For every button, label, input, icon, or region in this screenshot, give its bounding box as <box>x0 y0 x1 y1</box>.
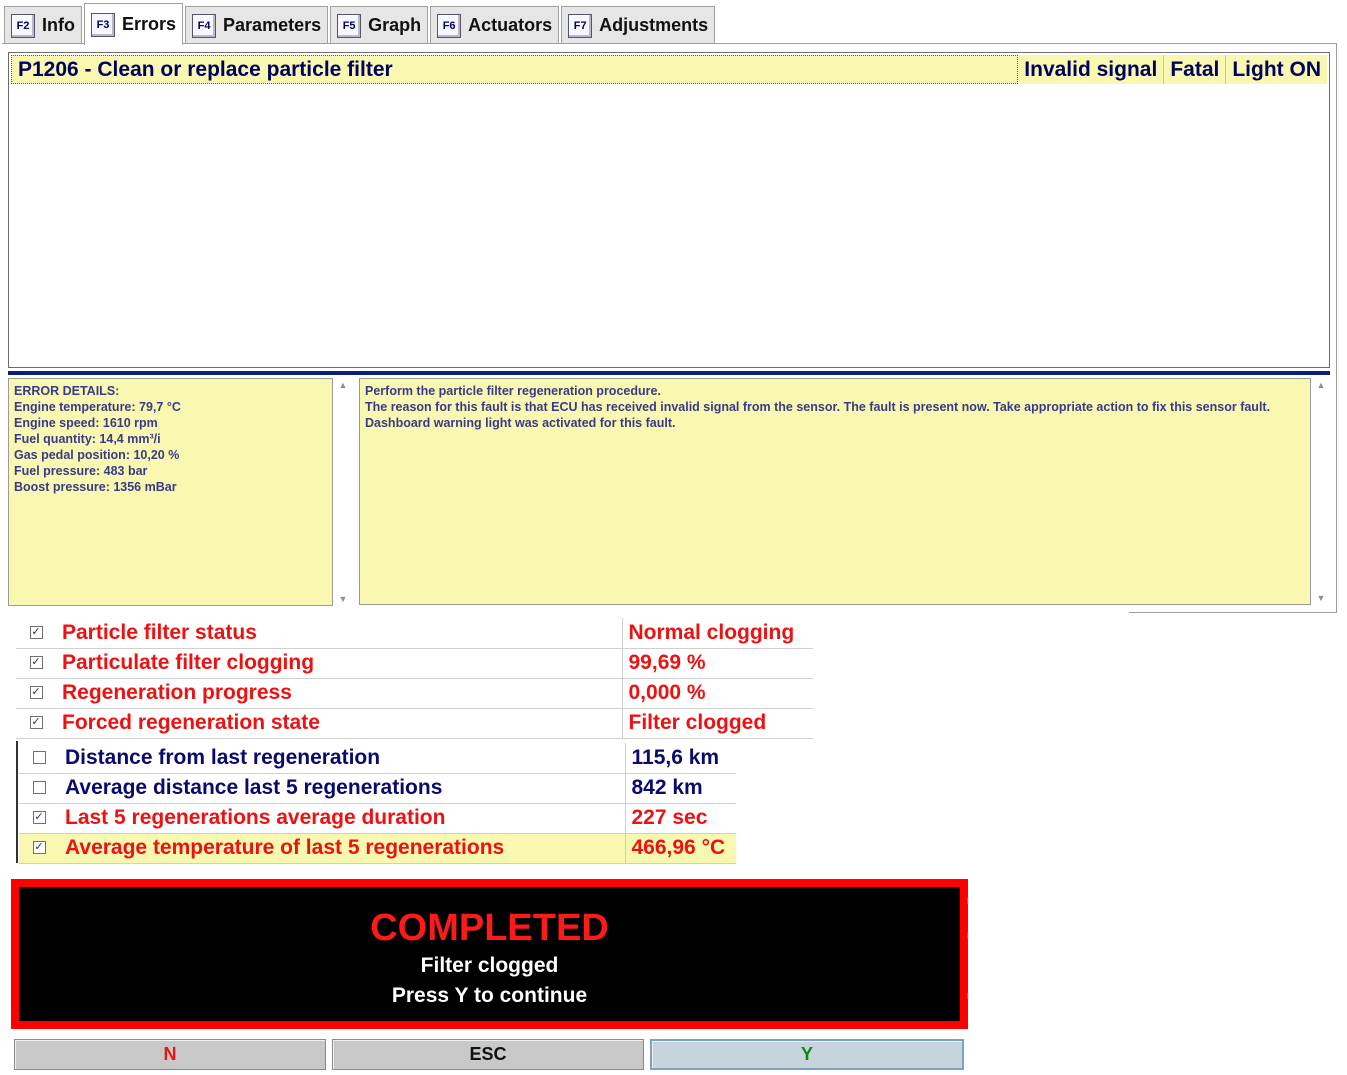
splitter[interactable] <box>8 371 1330 375</box>
error-type: Invalid signal <box>1018 55 1165 84</box>
help-line: The reason for this fault is that ECU ha… <box>365 400 1271 430</box>
detail-line: Fuel quantity: 14,4 mm³/i <box>14 432 161 446</box>
error-light-status: Light ON <box>1232 57 1321 81</box>
scroll-up-icon[interactable]: ▲ <box>334 380 352 390</box>
esc-button[interactable]: ESC <box>332 1039 644 1070</box>
param-name: Distance from last regeneration <box>59 743 626 774</box>
param-value: 0,000 % <box>622 678 813 709</box>
tab-panel-border <box>1129 612 1337 613</box>
no-button[interactable]: N <box>14 1039 326 1070</box>
detail-line: Boost pressure: 1356 mBar <box>14 480 177 494</box>
table-border <box>16 741 18 863</box>
table-row[interactable]: ✓ Regeneration progress 0,000 % <box>16 678 813 709</box>
table-row[interactable]: ✓ Last 5 regenerations average duration … <box>19 803 736 834</box>
tab-info[interactable]: F2 Info <box>4 6 82 44</box>
error-list[interactable]: P1206 - Clean or replace particle filter… <box>8 52 1330 368</box>
f2-key-icon: F2 <box>11 13 35 38</box>
checkbox[interactable]: ✓ <box>29 626 43 640</box>
scroll-up-icon[interactable]: ▲ <box>1312 380 1330 390</box>
param-name: Forced regeneration state <box>56 708 623 739</box>
scroll-down-icon[interactable]: ▼ <box>334 594 352 604</box>
error-details-box: ERROR DETAILS: Engine temperature: 79,7 … <box>8 378 333 606</box>
checkbox[interactable] <box>32 781 46 795</box>
tab-panel-border <box>1336 43 1337 613</box>
table-row[interactable]: Average distance last 5 regenerations 84… <box>19 773 736 804</box>
detail-line: Engine speed: 1610 rpm <box>14 416 158 430</box>
help-scrollbar[interactable]: ▲ ▼ <box>1312 378 1330 605</box>
checkbox[interactable]: ✓ <box>29 656 43 670</box>
table-row[interactable]: ✓ Forced regeneration state Filter clogg… <box>16 708 813 739</box>
detail-line: Engine temperature: 79,7 °C <box>14 400 181 414</box>
tab-panel-border <box>2 43 1337 44</box>
completion-title: COMPLETED <box>370 907 609 949</box>
table-row[interactable]: ✓ Particulate filter clogging 99,69 % <box>16 648 813 679</box>
completion-status: Filter clogged <box>420 954 559 977</box>
tab-label: Actuators <box>468 15 553 35</box>
tab-bar: F2 Info F3 Errors F4 Parameters F5 Graph… <box>4 3 717 45</box>
param-value: 466,96 °C <box>625 833 736 864</box>
error-severity: Fatal <box>1164 55 1227 84</box>
param-name: Last 5 regenerations average duration <box>59 803 626 834</box>
param-name: Regeneration progress <box>56 678 623 709</box>
param-name: Average temperature of last 5 regenerati… <box>59 833 626 864</box>
f4-key-icon: F4 <box>192 13 217 38</box>
completion-instruction: Press Y to continue <box>391 984 588 1007</box>
param-value: 842 km <box>625 773 736 804</box>
param-name: Average distance last 5 regenerations <box>59 773 626 804</box>
checkbox[interactable]: ✓ <box>29 716 43 730</box>
tab-label: Errors <box>122 14 177 34</box>
error-help-box: Perform the particle filter regeneration… <box>359 378 1311 605</box>
tab-label: Graph <box>368 15 422 35</box>
parameter-table-bottom: Distance from last regeneration 115,6 km… <box>19 743 736 864</box>
scroll-down-icon[interactable]: ▼ <box>1312 593 1330 603</box>
param-name: Particle filter status <box>56 618 623 649</box>
error-description: P1206 - Clean or replace particle filter <box>11 55 1019 84</box>
error-row[interactable]: P1206 - Clean or replace particle filter… <box>11 55 1327 84</box>
checkbox[interactable]: ✓ <box>32 811 46 825</box>
param-name: Particulate filter clogging <box>56 648 623 679</box>
param-value: Filter clogged <box>622 708 813 739</box>
tab-graph[interactable]: F5 Graph <box>330 6 429 44</box>
details-scrollbar[interactable]: ▲ ▼ <box>334 378 352 606</box>
checkbox[interactable]: ✓ <box>29 686 43 700</box>
table-row-selected[interactable]: ✓ Average temperature of last 5 regenera… <box>19 833 736 864</box>
error-details-heading: ERROR DETAILS: <box>14 384 120 398</box>
help-line: Perform the particle filter regeneration… <box>365 384 661 398</box>
f6-key-icon: F6 <box>437 13 462 38</box>
f5-key-icon: F5 <box>337 13 362 38</box>
f7-key-icon: F7 <box>568 13 593 38</box>
tab-parameters[interactable]: F4 Parameters <box>185 6 329 44</box>
param-value: 115,6 km <box>625 743 736 774</box>
checkbox[interactable]: ✓ <box>32 841 46 855</box>
tab-label: Info <box>42 15 75 35</box>
clipped-text-fragment: ı <box>966 893 970 907</box>
checkbox[interactable] <box>32 751 46 765</box>
param-value: 227 sec <box>625 803 736 834</box>
table-row[interactable]: ✓ Particle filter status Normal clogging <box>16 618 813 649</box>
yes-button[interactable]: Y <box>650 1039 964 1070</box>
tab-errors[interactable]: F3 Errors <box>84 3 184 45</box>
param-value: Normal clogging <box>622 618 813 649</box>
detail-line: Fuel pressure: 483 bar <box>14 464 148 478</box>
detail-line: Gas pedal position: 10,20 % <box>14 448 180 462</box>
tab-label: Adjustments <box>599 15 709 35</box>
tab-label: Parameters <box>223 15 322 35</box>
table-row[interactable]: Distance from last regeneration 115,6 km <box>19 743 736 774</box>
completion-dialog: COMPLETED Filter clogged Press Y to cont… <box>11 879 968 1029</box>
clipped-text-fragment: ı <box>966 928 970 942</box>
tab-adjustments[interactable]: F7 Adjustments <box>561 6 716 44</box>
param-value: 99,69 % <box>622 648 813 679</box>
clipped-text-fragment: ı <box>966 988 970 1002</box>
f3-key-icon: F3 <box>91 12 115 37</box>
tab-actuators[interactable]: F6 Actuators <box>430 6 560 44</box>
parameter-table-top: ✓ Particle filter status Normal clogging… <box>16 618 813 739</box>
